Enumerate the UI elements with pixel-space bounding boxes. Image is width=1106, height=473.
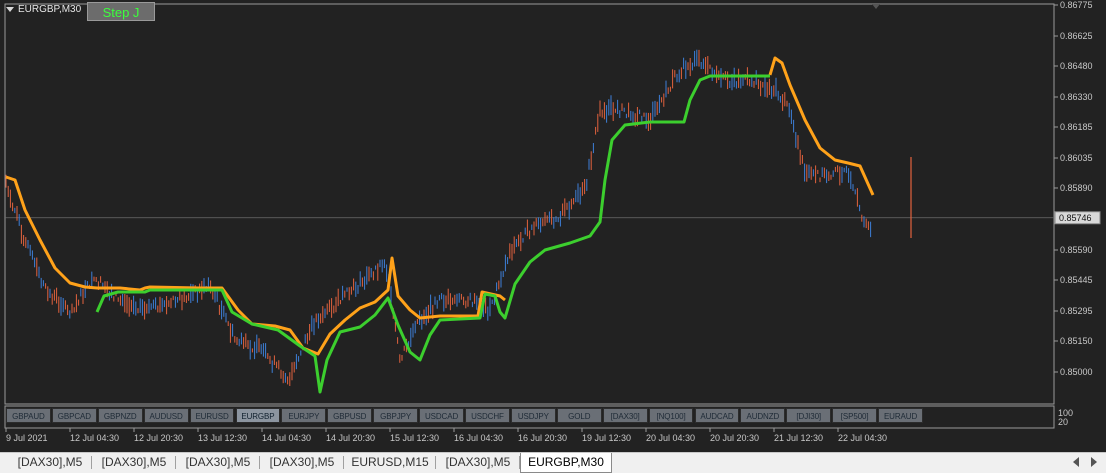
current-price-label: 0.85746 <box>1059 213 1092 223</box>
price-label: 0.86185 <box>1060 122 1093 132</box>
chart-tab-bar: [DAX30],M5 [DAX30],M5 [DAX30],M5 [DAX30],M5… <box>0 452 1106 473</box>
symbol-button[interactable]: AUDNZD <box>740 408 786 423</box>
tab-chart[interactable]: [DAX30],M5 <box>436 453 520 472</box>
symbol-button[interactable]: GBPUSD <box>327 408 373 423</box>
time-label: 12 Jul 20:30 <box>134 433 183 443</box>
price-label: 0.86480 <box>1060 61 1093 71</box>
scroll-right-icon[interactable] <box>1091 457 1097 467</box>
tab-chart[interactable]: [DAX30],M5 <box>8 453 92 472</box>
symbol-button[interactable]: GBPCAD <box>51 408 97 423</box>
tab-active-chart[interactable]: EURGBP,M30 <box>520 453 612 473</box>
time-label: 16 Jul 20:30 <box>518 433 567 443</box>
indicator-scale-label: 20 <box>1058 417 1068 427</box>
time-label: 9 Jul 2021 <box>6 433 48 443</box>
price-label: 0.86625 <box>1060 31 1093 41</box>
symbol-button[interactable]: GBPAUD <box>6 408 51 423</box>
tab-chart[interactable]: [DAX30],M5 <box>92 453 176 472</box>
time-label: 16 Jul 04:30 <box>454 433 503 443</box>
symbol-button[interactable]: EURGBP <box>235 408 281 423</box>
chart-title[interactable]: EURGBP,M30 <box>2 2 81 18</box>
tab-chart[interactable]: [DAX30],M5 <box>176 453 260 472</box>
time-label: 14 Jul 04:30 <box>262 433 311 443</box>
symbol-button[interactable]: GOLD <box>556 408 602 423</box>
price-label: 0.85150 <box>1060 336 1093 346</box>
scroll-left-icon[interactable] <box>1073 457 1079 467</box>
slow-line-tail <box>768 56 875 196</box>
price-label: 0.85000 <box>1060 367 1093 377</box>
fast-line <box>95 74 770 394</box>
time-label: 14 Jul 20:30 <box>326 433 375 443</box>
symbol-button[interactable]: [NQ100] <box>648 408 694 423</box>
symbol-button[interactable]: [SP500] <box>832 408 878 423</box>
trading-terminal: 0.86775 0.86625 0.86480 0.86330 0.86185 0.860… <box>0 0 1106 473</box>
time-label: 20 Jul 20:30 <box>710 433 759 443</box>
symbol-button[interactable]: GBPJPY <box>373 408 419 423</box>
symbol-button[interactable]: EURJPY <box>281 408 327 423</box>
price-label: 0.86035 <box>1060 153 1093 163</box>
chart-window[interactable]: 0.86775 0.86625 0.86480 0.86330 0.86185 0.860… <box>0 0 1106 452</box>
chart-symbol-label: EURGBP,M30 <box>18 4 82 15</box>
dropdown-arrow-icon[interactable] <box>6 6 14 12</box>
symbol-button[interactable]: [DAX30] <box>602 408 648 423</box>
time-label: 19 Jul 12:30 <box>582 433 631 443</box>
price-label: 0.85295 <box>1060 306 1093 316</box>
price-label: 0.86775 <box>1060 0 1093 10</box>
time-label: 15 Jul 12:30 <box>390 433 439 443</box>
symbol-button[interactable]: EURAUD <box>878 408 923 423</box>
tab-chart[interactable]: [DAX30],M5 <box>260 453 344 472</box>
price-chart[interactable]: 0.86775 0.86625 0.86480 0.86330 0.86185 0.860… <box>0 0 1106 452</box>
step-button[interactable]: Step J <box>87 2 155 21</box>
shift-marker-icon <box>872 4 880 9</box>
time-label: 13 Jul 12:30 <box>198 433 247 443</box>
time-label: 12 Jul 04:30 <box>70 433 119 443</box>
symbol-button[interactable]: USDJPY <box>510 408 556 423</box>
main-plot-frame <box>4 3 1055 405</box>
price-label: 0.85590 <box>1060 245 1093 255</box>
symbol-button[interactable]: AUDCAD <box>694 408 740 423</box>
symbol-button[interactable]: GBPNZD <box>97 408 143 423</box>
price-label: 0.85890 <box>1060 183 1093 193</box>
price-label: 0.85445 <box>1060 275 1093 285</box>
tab-chart[interactable]: EURUSD,M15 <box>344 453 436 472</box>
time-label: 21 Jul 12:30 <box>774 433 823 443</box>
symbol-button[interactable]: EURUSD <box>189 408 235 423</box>
price-label: 0.86330 <box>1060 92 1093 102</box>
symbol-button[interactable]: USDCAD <box>419 408 464 423</box>
time-label: 22 Jul 04:30 <box>838 433 887 443</box>
symbol-button[interactable]: [DJI30] <box>786 408 832 423</box>
symbol-button[interactable]: AUDUSD <box>143 408 189 423</box>
time-label: 20 Jul 04:30 <box>646 433 695 443</box>
slow-line <box>5 175 506 356</box>
symbol-button[interactable]: USDCHF <box>465 408 510 423</box>
